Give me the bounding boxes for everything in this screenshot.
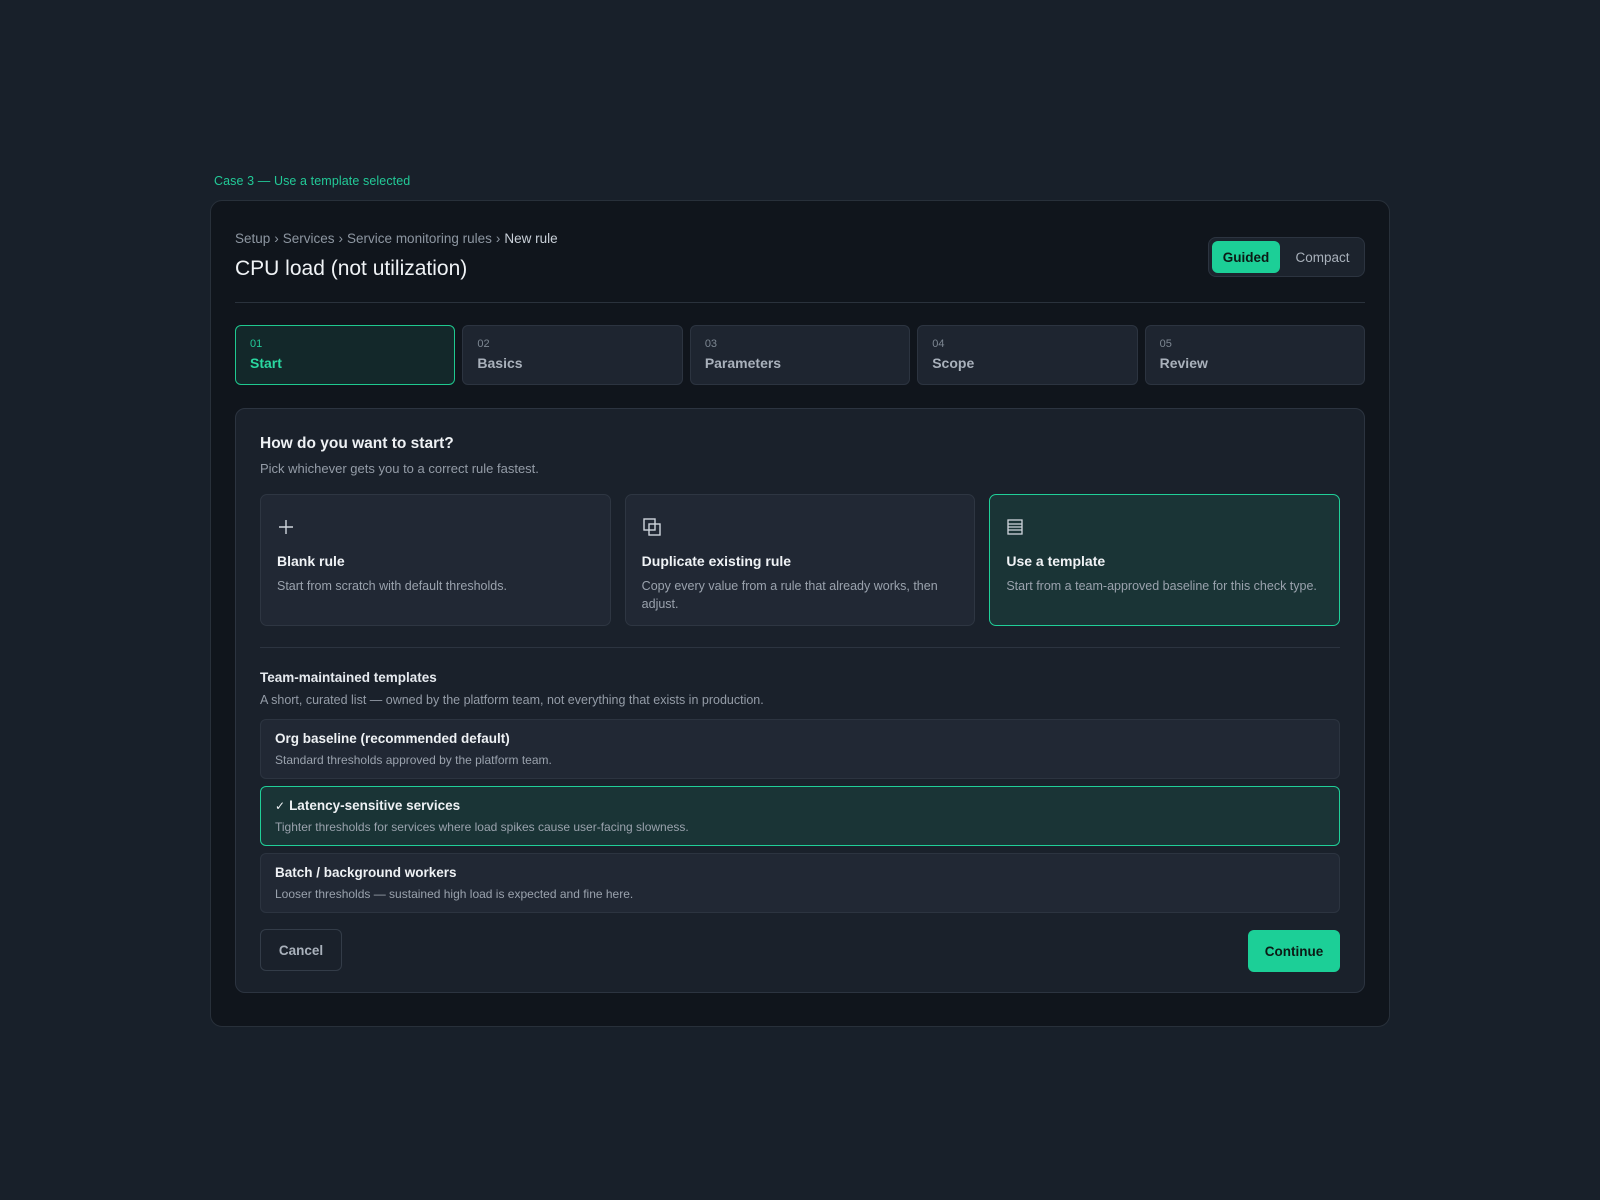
start-options: Blank rule Start from scratch with defau…	[260, 494, 1341, 626]
breadcrumb-item-service-monitoring-rules[interactable]: Service monitoring rules	[347, 231, 492, 246]
template-org-baseline[interactable]: Org baseline (recommended default) Stand…	[260, 719, 1340, 779]
wizard-steps: 01 Start 02 Basics 03 Parameters 04 Scop…	[235, 325, 1366, 385]
step-label: Review	[1159, 355, 1208, 371]
panel-title: How do you want to start?	[260, 435, 454, 452]
step-review[interactable]: 05 Review	[1144, 325, 1366, 385]
breadcrumb-item-setup[interactable]: Setup	[235, 231, 270, 246]
templates-title: Team-maintained templates	[260, 670, 437, 685]
continue-button[interactable]: Continue	[1248, 930, 1340, 972]
panel-subtitle: Pick whichever gets you to a correct rul…	[260, 461, 539, 476]
step-parameters[interactable]: 03 Parameters	[689, 325, 911, 385]
check-icon: ✓	[275, 798, 286, 813]
option-title: Use a template	[1006, 553, 1106, 569]
page-title: CPU load (not utilization)	[235, 257, 468, 280]
breadcrumb-separator: ›	[495, 231, 501, 246]
template-description: Looser thresholds — sustained high load …	[275, 887, 634, 901]
template-description: Standard thresholds approved by the plat…	[275, 753, 552, 767]
template-batch-workers[interactable]: Batch / background workers Looser thresh…	[260, 853, 1340, 913]
template-name: Org baseline (recommended default)	[275, 731, 510, 746]
step-number: 02	[477, 338, 490, 350]
option-title: Blank rule	[277, 553, 345, 569]
breadcrumb-item-services[interactable]: Services	[283, 231, 335, 246]
option-description: Copy every value from a rule that alread…	[641, 579, 938, 611]
panel-divider	[260, 647, 1340, 648]
wizard-frame: Setup › Services › Service monitoring rules ›…	[210, 200, 1390, 1027]
breadcrumb-separator: ›	[338, 231, 344, 246]
option-description: Start from a team-approved baseline for …	[1006, 579, 1317, 593]
step-number: 03	[704, 338, 718, 350]
guided-mode-button[interactable]: Guided	[1212, 241, 1281, 273]
step-label: Parameters	[704, 355, 782, 371]
breadcrumb-current: New rule	[504, 231, 558, 246]
compact-mode-button[interactable]: Compact	[1284, 241, 1361, 273]
mode-toggle: Guided Compact	[1208, 237, 1365, 277]
template-name: Latency-sensitive services	[289, 798, 461, 813]
cancel-button[interactable]: Cancel	[260, 929, 342, 971]
step-label: Start	[250, 355, 282, 371]
case-label: Case 3 — Use a template selected	[214, 174, 411, 188]
option-blank-rule[interactable]: Blank rule Start from scratch with defau…	[260, 494, 611, 626]
step-number: 04	[932, 338, 945, 350]
breadcrumb-separator: ›	[274, 231, 279, 246]
step-label: Scope	[932, 355, 975, 371]
step-basics[interactable]: 02 Basics	[462, 325, 683, 385]
template-icon	[1006, 515, 1323, 539]
template-name: Batch / background workers	[275, 865, 457, 880]
breadcrumb: Setup › Services › Service monitoring rules ›…	[235, 231, 558, 246]
option-title: Duplicate existing rule	[641, 553, 792, 569]
templates-subtitle: A short, curated list — owned by the pla…	[260, 693, 764, 707]
header-divider	[235, 302, 1365, 303]
template-description: Tighter thresholds for services where lo…	[275, 820, 689, 834]
start-panel: How do you want to start? Pick whichever…	[235, 408, 1365, 993]
step-scope[interactable]: 04 Scope	[917, 325, 1138, 385]
step-start[interactable]: 01 Start	[235, 325, 456, 385]
template-name-row: ✓ Latency-sensitive services	[275, 798, 1325, 813]
step-number: 05	[1159, 338, 1172, 350]
template-latency-sensitive[interactable]: ✓ Latency-sensitive services Tighter thre…	[260, 786, 1340, 846]
template-list: Org baseline (recommended default) Stand…	[260, 719, 1340, 913]
step-label: Basics	[477, 355, 523, 371]
option-use-template[interactable]: Use a template Start from a team-approve…	[989, 494, 1341, 626]
duplicate-icon	[642, 515, 959, 539]
option-duplicate-rule[interactable]: Duplicate existing rule Copy every value…	[624, 494, 976, 626]
plus-icon	[277, 515, 594, 539]
option-description: Start from scratch with default threshol…	[277, 579, 507, 593]
step-number: 01	[250, 338, 263, 350]
